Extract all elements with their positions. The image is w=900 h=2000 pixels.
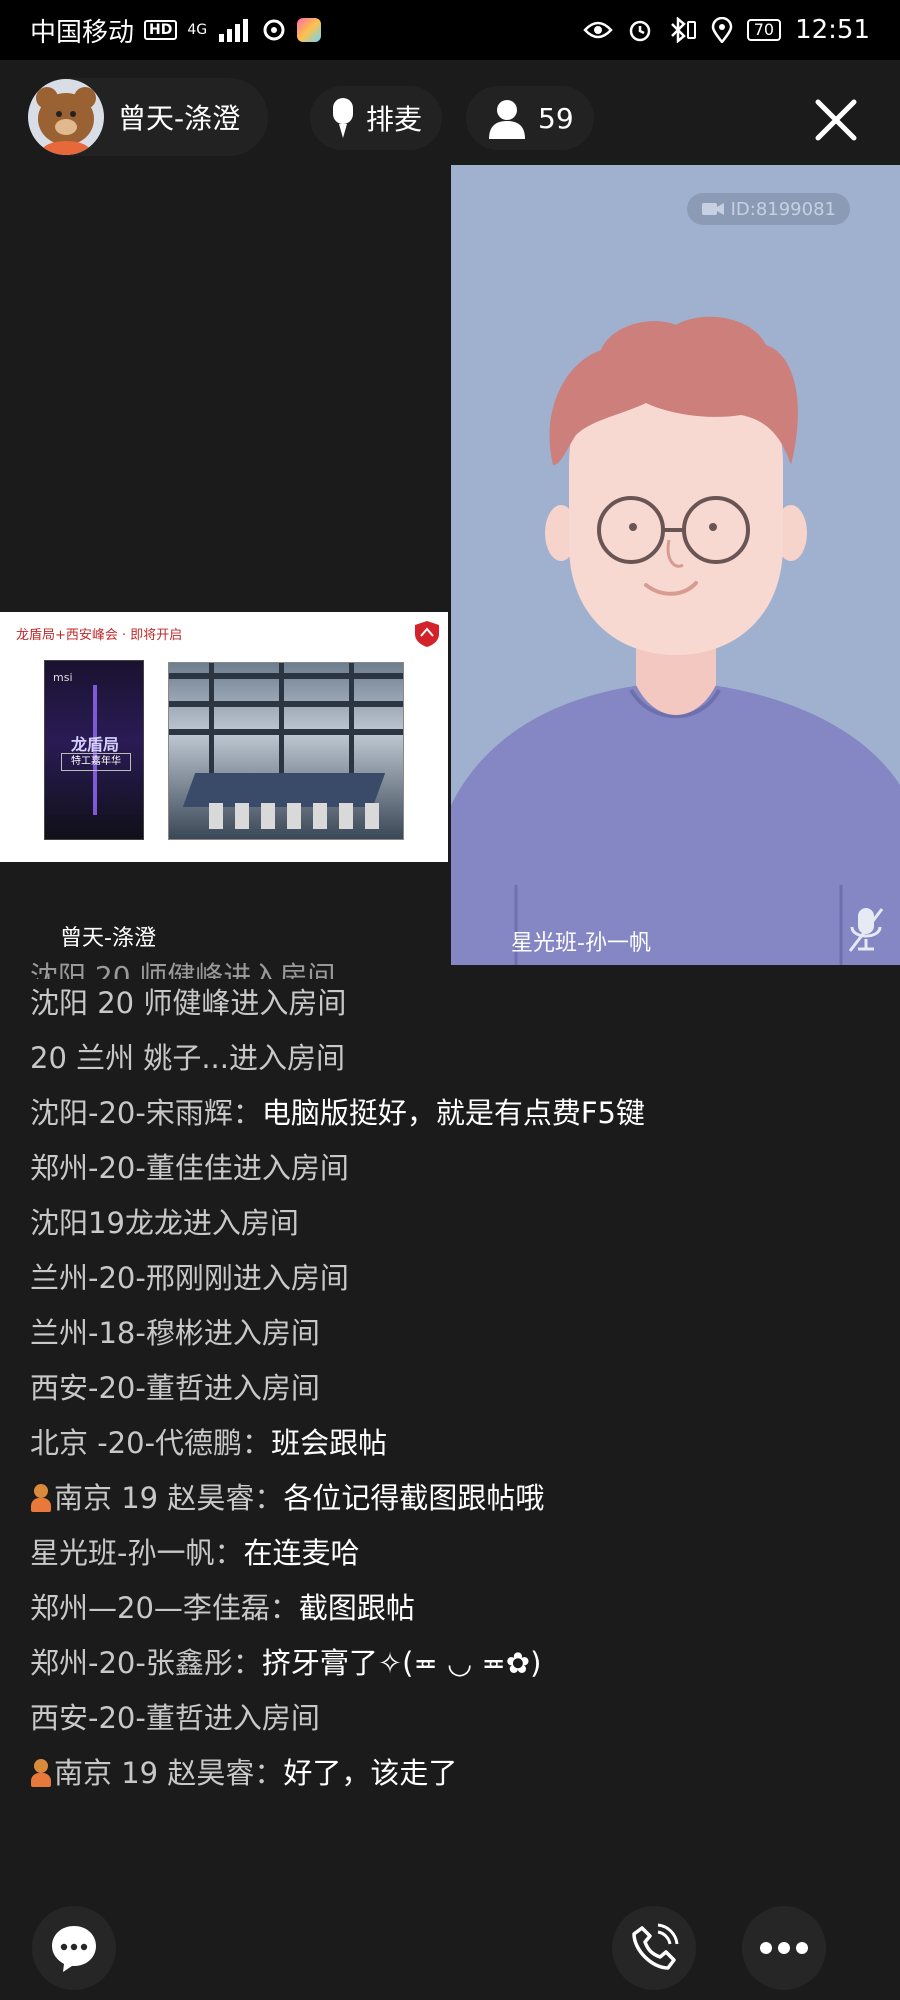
chat-message: 南京 19 赵昊睿：各位记得截图跟帖哦 — [30, 1478, 650, 1518]
bluetooth-icon — [670, 17, 696, 43]
chat-text: 各位记得截图跟帖哦 — [283, 1481, 545, 1515]
event-poster: msi 龙盾局 特工嘉年华 — [44, 660, 144, 840]
queue-mic-label: 排麦 — [366, 103, 423, 136]
chat-sender[interactable]: 星光班-孙一帆： — [30, 1536, 243, 1570]
microphone-icon — [330, 96, 356, 140]
room-id-badge: ID:8199081 — [686, 193, 850, 225]
chat-bubble-icon — [52, 1926, 96, 1972]
more-icon — [760, 1942, 808, 1954]
guest-video-panel[interactable]: ID:8199081 星光班-孙一帆 — [451, 165, 900, 965]
chat-message: 郑州-20-张鑫彤：挤牙膏了✧(≖ ◡ ≖✿) — [30, 1643, 650, 1683]
host-info[interactable]: 曾天-涤澄 — [28, 78, 269, 156]
venue-photo — [168, 662, 404, 840]
room-top-bar: 曾天-涤澄 排麦 59 — [0, 60, 900, 172]
chat-text: 好了，该走了 — [283, 1756, 458, 1790]
chat-message: 星光班-孙一帆：在连麦哈 — [30, 1533, 650, 1573]
chat-join-notice: 兰州-20-邢刚刚进入房间 — [30, 1258, 650, 1298]
chat-text: 班会跟帖 — [271, 1426, 388, 1460]
viewer-count: 59 — [538, 101, 574, 135]
chat-sender[interactable]: 南京 19 赵昊睿： — [54, 1481, 283, 1515]
chat-join-notice: 20 兰州 姚子...进入房间 — [30, 1038, 650, 1078]
voice-connect-button[interactable] — [612, 1906, 696, 1990]
phone-icon — [632, 1923, 679, 1970]
sync-icon — [263, 19, 285, 41]
user-badge-icon — [30, 1484, 52, 1512]
chat-message: 北京 -20-代德鹏：班会跟帖 — [30, 1423, 650, 1463]
chat-message: 郑州—20—李佳磊：截图跟帖 — [30, 1588, 650, 1628]
poster-title: 龙盾局 — [70, 735, 119, 754]
shared-screen-banner: 龙盾局+西安峰会 · 即将开启 msi 龙盾局 特工嘉年华 — [0, 612, 448, 862]
alarm-icon — [629, 20, 650, 42]
hd-badge: HD — [144, 20, 178, 40]
chat-join-notice: 沈阳19龙龙进入房间 — [30, 1203, 650, 1243]
chat-sender[interactable]: 北京 -20-代德鹏： — [30, 1426, 271, 1460]
bottom-action-bar — [0, 1900, 900, 2000]
host-avatar[interactable] — [28, 79, 104, 155]
chat-sender[interactable]: 南京 19 赵昊睿： — [54, 1756, 283, 1790]
chat-text: 在连麦哈 — [243, 1536, 360, 1570]
chat-message: 南京 19 赵昊睿：好了，该走了 — [30, 1753, 650, 1793]
host-name: 曾天-涤澄 — [118, 102, 241, 135]
camera-icon — [701, 203, 724, 215]
banner-title: 龙盾局+西安峰会 · 即将开启 — [16, 628, 183, 643]
chat-sender[interactable]: 郑州—20—李佳磊： — [30, 1591, 299, 1625]
location-icon — [711, 17, 732, 43]
user-badge-icon — [30, 1759, 52, 1787]
msi-shield-icon — [415, 621, 439, 647]
battery-level: 70 — [746, 19, 782, 41]
signal-icon — [219, 19, 249, 42]
join-text: 沈阳19龙龙进入房间 — [30, 1206, 299, 1240]
chat-sender[interactable]: 沈阳-20-宋雨辉： — [30, 1096, 262, 1130]
app-notification-icon — [297, 18, 322, 42]
clock: 12:51 — [795, 15, 870, 45]
chat-input-button[interactable] — [32, 1906, 116, 1990]
host-video-panel[interactable]: 龙盾局+西安峰会 · 即将开启 msi 龙盾局 特工嘉年华 曾天-涤澄 — [0, 172, 450, 964]
eye-icon — [582, 21, 613, 39]
chat-join-notice: 西安-20-董哲进入房间 — [30, 1698, 650, 1738]
host-video-name: 曾天-涤澄 — [60, 926, 156, 951]
poster-brand: msi — [53, 671, 73, 684]
chat-scrolled-partial-line: 沈阳 20 师健峰进入房间 — [30, 960, 336, 979]
join-text: 兰州-18-穆彬进入房间 — [30, 1316, 320, 1350]
join-text: 沈阳 20 师健峰进入房间 — [30, 986, 347, 1020]
join-text: 20 兰州 姚子...进入房间 — [30, 1041, 345, 1075]
viewer-count-button[interactable]: 59 — [466, 86, 594, 150]
chat-join-notice: 西安-20-董哲进入房间 — [30, 1368, 650, 1408]
network-type: 4G — [187, 22, 208, 38]
guest-video-name: 星光班-孙一帆 — [511, 931, 651, 956]
close-icon[interactable] — [812, 96, 860, 144]
chat-join-notice: 沈阳 20 师健峰进入房间 — [30, 983, 650, 1023]
chat-sender[interactable]: 郑州-20-张鑫彤： — [30, 1646, 262, 1680]
chat-text: 电脑版挺好，就是有点费F5键 — [261, 1096, 645, 1130]
queue-mic-button[interactable]: 排麦 — [310, 86, 443, 150]
chat-message: 沈阳-20-宋雨辉：电脑版挺好，就是有点费F5键 — [30, 1093, 650, 1133]
poster-subtitle: 特工嘉年华 — [61, 753, 131, 771]
carrier-name: 中国移动 — [30, 17, 135, 48]
join-text: 兰州-20-邢刚刚进入房间 — [30, 1261, 349, 1295]
chat-text: 截图跟帖 — [298, 1591, 415, 1625]
person-icon — [486, 97, 528, 139]
chat-message-list[interactable]: 沈阳 20 师健峰进入房间 沈阳 20 师健峰进入房间 20 兰州 姚子...进入… — [30, 960, 650, 1808]
chat-join-notice: 兰州-18-穆彬进入房间 — [30, 1313, 650, 1353]
chat-join-notice: 郑州-20-董佳佳进入房间 — [30, 1148, 650, 1188]
room-id-text: ID:8199081 — [730, 198, 836, 220]
chat-text: 挤牙膏了✧(≖ ◡ ≖✿) — [261, 1646, 542, 1680]
guest-avatar-illustration — [451, 316, 900, 965]
status-bar: 中国移动 HD 4G 70 12:51 — [0, 0, 900, 60]
more-options-button[interactable] — [742, 1906, 826, 1990]
join-text: 西安-20-董哲进入房间 — [30, 1371, 320, 1405]
join-text: 西安-20-董哲进入房间 — [30, 1701, 320, 1735]
mic-muted-icon[interactable] — [846, 905, 886, 955]
join-text: 郑州-20-董佳佳进入房间 — [30, 1151, 349, 1185]
